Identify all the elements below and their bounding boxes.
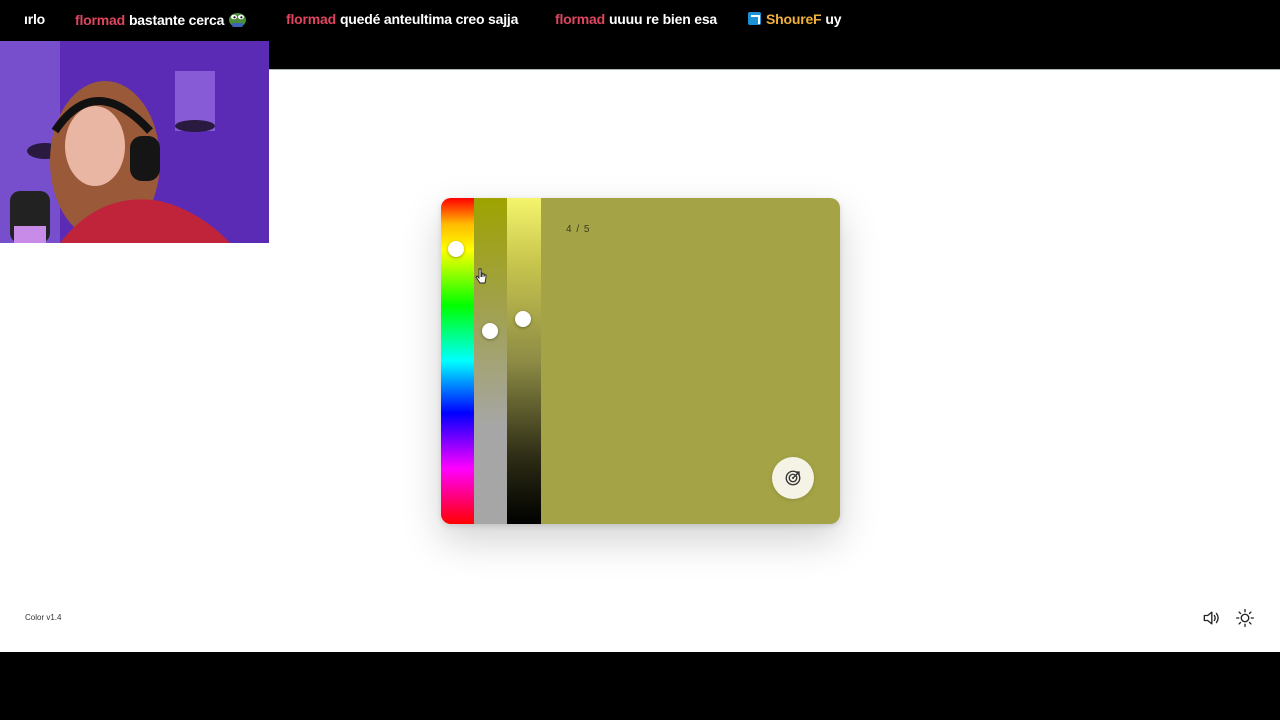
streamer-image — [0, 41, 269, 243]
hue-slider-handle[interactable] — [448, 241, 464, 257]
chat-ticker: ırlo flormad bastante cerca flormad quedé … — [0, 0, 1280, 40]
chat-username: flormad — [555, 11, 605, 27]
round-counter: 4 / 5 — [566, 224, 591, 235]
version-label: Color v1.4 — [25, 613, 62, 622]
saturation-slider-handle[interactable] — [482, 323, 498, 339]
chat-message-text: ırlo — [24, 11, 45, 27]
pepe-emote — [229, 13, 247, 27]
chat-message: ShoureF uy — [748, 11, 842, 27]
theme-toggle-button[interactable] — [1234, 607, 1256, 629]
hand-cursor-icon — [475, 268, 487, 284]
sound-toggle-button[interactable] — [1200, 607, 1222, 629]
lightness-slider-handle[interactable] — [515, 311, 531, 327]
chat-message: flormad uuuu re bien esa — [555, 11, 717, 27]
submit-guess-button[interactable] — [772, 457, 814, 499]
chat-username: flormad — [286, 11, 336, 27]
chat-username: flormad — [75, 12, 125, 28]
color-picker-card: 4 / 5 — [441, 198, 840, 524]
target-icon — [785, 470, 801, 486]
webcam-overlay — [0, 41, 269, 243]
chat-message: flormad quedé anteultima creo sajja — [286, 11, 518, 27]
chat-message-text: bastante cerca — [128, 12, 225, 28]
lightness-slider[interactable] — [507, 198, 541, 524]
chat-message: flormad bastante cerca — [75, 11, 247, 28]
chat-message-text: uy — [825, 11, 842, 27]
chat-message: ırlo — [24, 11, 45, 27]
saturation-slider[interactable] — [474, 198, 507, 524]
sun-icon — [1236, 609, 1254, 627]
speaker-icon — [1203, 611, 1219, 625]
prime-badge-icon — [748, 12, 761, 25]
chat-username: ShoureF — [766, 11, 822, 27]
chat-message-text: quedé anteultima creo sajja — [339, 11, 519, 27]
chat-message-text: uuuu re bien esa — [608, 11, 718, 27]
